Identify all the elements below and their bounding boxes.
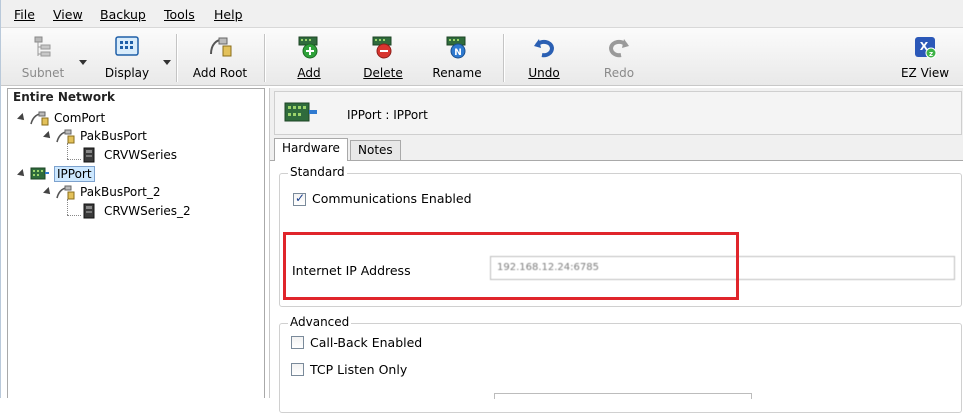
menu-help-label: Help bbox=[214, 7, 243, 22]
pakbus-icon bbox=[56, 129, 75, 144]
callback-enabled-checkbox[interactable] bbox=[291, 336, 304, 349]
add-button[interactable]: Add bbox=[285, 32, 333, 84]
rename-label: Rename bbox=[432, 66, 482, 80]
menu-bar: File View Backup Tools Help bbox=[1, 0, 963, 28]
tree-item-crvwseries[interactable]: CRVWSeries bbox=[60, 147, 260, 165]
rename-button[interactable]: N Rename bbox=[427, 32, 487, 84]
tab-notes[interactable]: Notes bbox=[350, 140, 401, 160]
toolbar-separator bbox=[503, 34, 504, 82]
communications-enabled-label: Communications Enabled bbox=[312, 191, 472, 206]
svg-text:N: N bbox=[454, 48, 462, 58]
tree-header: Entire Network bbox=[13, 90, 115, 104]
add-root-label: Add Root bbox=[192, 66, 248, 80]
device-title: IPPort : IPPort bbox=[347, 108, 428, 122]
expand-arrow-icon[interactable] bbox=[17, 169, 27, 179]
subnet-icon bbox=[34, 36, 51, 57]
highlight-box bbox=[283, 232, 739, 300]
tree-item-ipport[interactable]: IPPort bbox=[17, 166, 218, 184]
callback-enabled-label: Call-Back Enabled bbox=[310, 335, 423, 350]
undo-button[interactable]: Undo bbox=[520, 32, 568, 84]
device-title-box: IPPort : IPPort bbox=[274, 91, 962, 135]
delete-label: Delete bbox=[363, 66, 403, 80]
tree-item-pakbusport[interactable]: PakBusPort bbox=[43, 128, 244, 146]
add-root-button[interactable]: Add Root bbox=[187, 32, 253, 84]
add-icon bbox=[298, 36, 318, 59]
expand-arrow-icon[interactable] bbox=[43, 131, 53, 141]
svg-text:z: z bbox=[929, 50, 933, 58]
display-icon bbox=[115, 36, 139, 56]
tree-item-label: PakBusPort_2 bbox=[80, 185, 161, 199]
undo-label: Undo bbox=[528, 66, 560, 80]
menu-view-label: View bbox=[53, 7, 83, 22]
network-tree: Entire Network ComPort PakBusPort CRVWSe… bbox=[7, 88, 265, 398]
display-button[interactable]: Display bbox=[99, 32, 155, 84]
tree-item-label: ComPort bbox=[54, 111, 106, 125]
toolbar: Subnet Display Add Root Add Delete N Ren… bbox=[1, 28, 963, 86]
partial-input-field[interactable] bbox=[494, 393, 752, 399]
advanced-group-label: Advanced bbox=[288, 315, 352, 329]
toolbar-separator bbox=[176, 34, 177, 82]
display-label: Display bbox=[104, 66, 150, 80]
datalogger-icon bbox=[83, 203, 95, 219]
communications-enabled-checkbox[interactable] bbox=[293, 191, 306, 206]
add-label: Add bbox=[297, 66, 321, 80]
menu-backup[interactable]: Backup bbox=[100, 7, 146, 22]
tree-item-label: CRVWSeries bbox=[104, 148, 178, 162]
tcp-listen-only-checkbox[interactable] bbox=[291, 363, 304, 376]
tcp-listen-only-label: TCP Listen Only bbox=[310, 362, 408, 377]
standard-group-label: Standard bbox=[288, 165, 347, 179]
expand-arrow-icon[interactable] bbox=[43, 187, 53, 197]
menu-help[interactable]: Help bbox=[214, 7, 243, 22]
ez-view-label: EZ View bbox=[900, 66, 950, 80]
delete-button[interactable]: Delete bbox=[357, 32, 409, 84]
delete-icon bbox=[372, 36, 392, 59]
redo-label: Redo bbox=[603, 66, 635, 80]
menu-backup-label: Backup bbox=[100, 7, 146, 22]
redo-button[interactable]: Redo bbox=[595, 32, 643, 84]
ipport-icon bbox=[284, 102, 317, 122]
undo-icon bbox=[534, 39, 555, 58]
subnet-dropdown-icon[interactable] bbox=[79, 60, 87, 65]
subnet-label: Subnet bbox=[21, 66, 65, 80]
tree-item-label: PakBusPort bbox=[80, 129, 147, 143]
toolbar-separator bbox=[264, 34, 265, 82]
menu-view[interactable]: View bbox=[53, 7, 83, 22]
tree-item-pakbusport-2[interactable]: PakBusPort_2 bbox=[43, 184, 244, 202]
tab-bar: Hardware Notes bbox=[270, 138, 963, 161]
add-root-icon bbox=[210, 37, 232, 57]
menu-file-label: File bbox=[14, 7, 35, 22]
datalogger-icon bbox=[83, 147, 95, 163]
display-dropdown-icon[interactable] bbox=[163, 60, 171, 65]
menu-tools[interactable]: Tools bbox=[164, 7, 195, 22]
pakbus-icon bbox=[56, 185, 75, 200]
rename-icon: N bbox=[446, 36, 466, 59]
tab-hardware[interactable]: Hardware bbox=[274, 138, 348, 161]
tree-item-comport[interactable]: ComPort bbox=[17, 110, 218, 128]
tree-item-crvwseries-2[interactable]: CRVWSeries_2 bbox=[60, 203, 260, 221]
comport-icon bbox=[30, 111, 49, 126]
redo-icon bbox=[608, 39, 629, 58]
ipport-icon bbox=[30, 167, 49, 180]
ez-view-button[interactable]: X z EZ View bbox=[897, 32, 953, 84]
ez-view-icon: X z bbox=[915, 37, 937, 59]
tree-item-label: CRVWSeries_2 bbox=[104, 204, 191, 218]
subnet-button[interactable]: Subnet bbox=[15, 32, 71, 84]
menu-tools-label: Tools bbox=[164, 7, 195, 22]
expand-arrow-icon[interactable] bbox=[17, 113, 27, 123]
menu-file[interactable]: File bbox=[14, 7, 35, 22]
tree-item-label: IPPort bbox=[54, 166, 95, 182]
app-window: File View Backup Tools Help Subnet Displ… bbox=[0, 0, 963, 413]
